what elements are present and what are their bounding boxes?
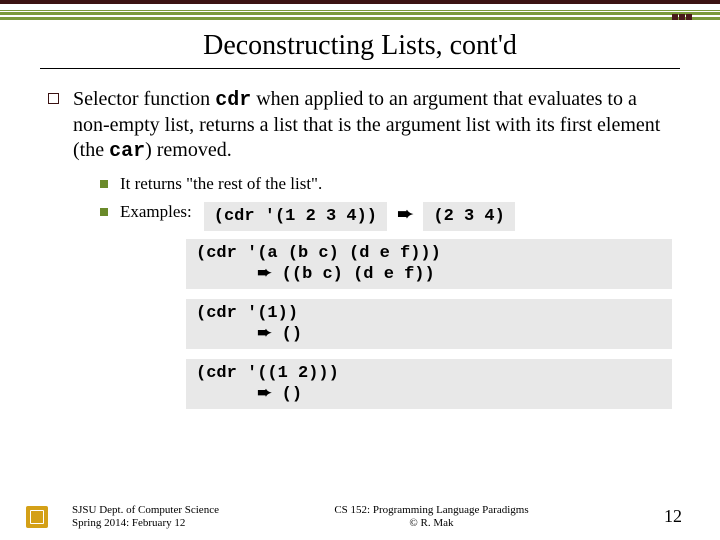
example-1-input: (cdr '(1 2 3 4)) — [204, 202, 387, 231]
example-4-input: (cdr '((1 2))) — [196, 364, 339, 383]
footer-course: CS 152: Programming Language Paradigms — [219, 504, 644, 517]
square-fill-icon — [100, 180, 108, 188]
arrow-icon: ➨ — [257, 323, 271, 342]
example-2-output: ((b c) (d e f)) — [282, 265, 435, 284]
example-1-output: (2 3 4) — [423, 202, 514, 231]
bullet-pre: Selector function — [73, 88, 215, 110]
slide-title: Deconstructing Lists, cont'd — [40, 30, 680, 69]
top-rule — [0, 0, 720, 20]
bullet-text: Selector function cdr when applied to an… — [73, 87, 672, 164]
footer-dept: SJSU Dept. of Computer Science — [72, 504, 219, 517]
arrow-icon: ➨ — [257, 383, 271, 402]
corner-ornament — [672, 14, 692, 20]
square-fill-icon — [100, 208, 108, 216]
bullet-post: ) removed. — [145, 139, 232, 161]
example-stack: (cdr '(a (b c) (d e f))) ➨ ((b c) (d e f… — [186, 239, 672, 409]
example-4-output: () — [282, 385, 302, 404]
code-cdr: cdr — [215, 89, 251, 112]
code-car: car — [109, 140, 145, 163]
example-1: (cdr '(1 2 3 4)) ➨ (2 3 4) — [204, 202, 515, 231]
example-3: (cdr '(1)) ➨ () — [186, 299, 672, 349]
example-3-input: (cdr '(1)) — [196, 304, 298, 323]
sub-bullet-1: It returns "the rest of the list". — [100, 174, 672, 194]
square-bullet-icon — [48, 93, 59, 104]
bullet-level-1: Selector function cdr when applied to an… — [48, 87, 672, 164]
sjsu-logo-icon — [26, 506, 48, 528]
footer-author: © R. Mak — [219, 517, 644, 530]
example-4: (cdr '((1 2))) ➨ () — [186, 359, 672, 409]
arrow-icon: ➨ — [257, 263, 271, 282]
example-2-input: (cdr '(a (b c) (d e f))) — [196, 244, 441, 263]
example-2: (cdr '(a (b c) (d e f))) ➨ ((b c) (d e f… — [186, 239, 672, 289]
sub-bullet-1-text: It returns "the rest of the list". — [120, 174, 322, 194]
footer-left: SJSU Dept. of Computer Science Spring 20… — [72, 504, 219, 530]
page-number: 12 — [664, 506, 682, 527]
slide: Deconstructing Lists, cont'd Selector fu… — [0, 0, 720, 540]
arrow-icon: ➨ — [397, 204, 413, 225]
slide-body: Selector function cdr when applied to an… — [0, 69, 720, 409]
sub-bullet-2: Examples: (cdr '(1 2 3 4)) ➨ (2 3 4) — [100, 202, 672, 231]
footer-term: Spring 2014: February 12 — [72, 517, 219, 530]
slide-footer: SJSU Dept. of Computer Science Spring 20… — [0, 504, 720, 530]
footer-center: CS 152: Programming Language Paradigms ©… — [219, 504, 644, 530]
example-3-output: () — [282, 325, 302, 344]
examples-label: Examples: — [120, 202, 192, 222]
